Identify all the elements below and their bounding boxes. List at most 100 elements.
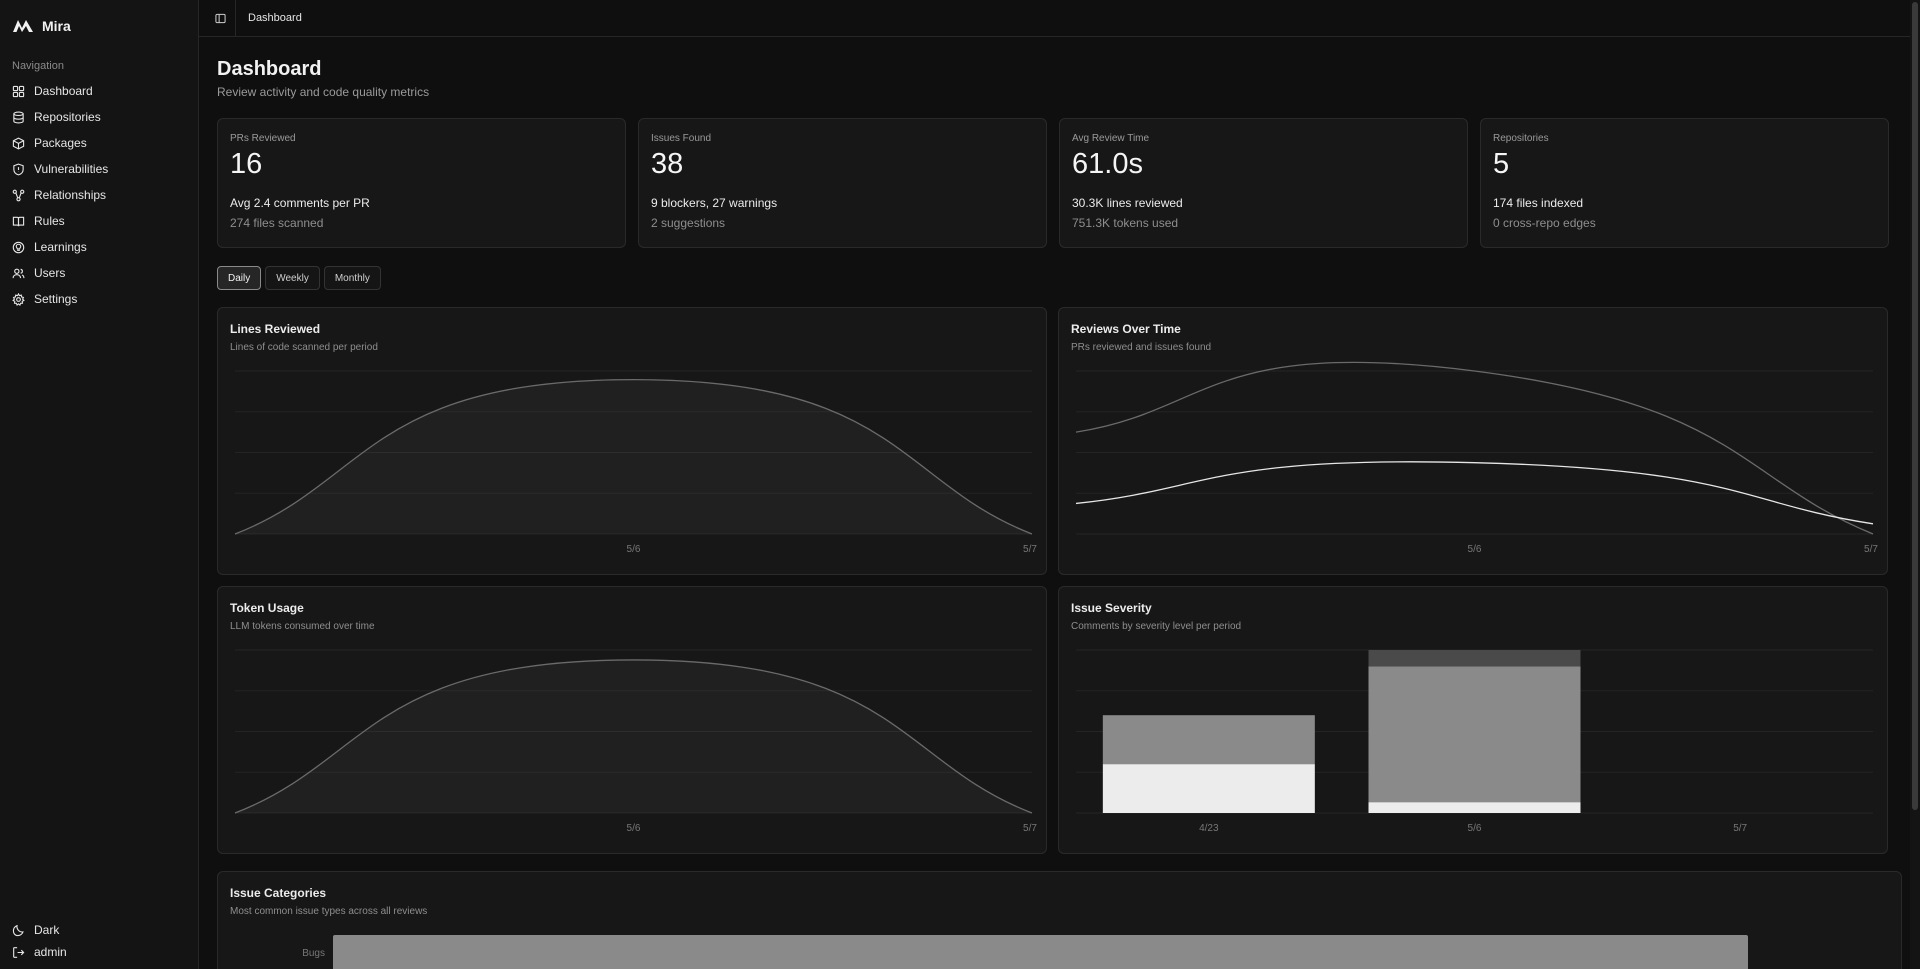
theme-toggle[interactable]: Dark [0,919,198,941]
app-name: Mira [42,18,71,34]
book-icon [12,216,25,226]
x-tick-label: 5/7 [1023,823,1037,834]
bar-segment [1368,650,1581,667]
lines-reviewed-card: 5/6 5/7 Lines Reviewed Lines of code scan… [217,307,1047,575]
stat-card-avg-review-time: Avg Review Time 61.0s 30.3K lines review… [1059,118,1468,248]
x-tick-label: 5/6 [627,823,641,834]
sidebar-item-label: Rules [34,214,65,228]
scrollbar[interactable] [1910,0,1920,969]
stat-label: Repositories [1493,133,1549,144]
stat-label: Issues Found [651,133,712,144]
sidebar-item-repositories[interactable]: Repositories [0,104,198,130]
x-tick-label: 5/6 [1468,544,1482,555]
x-tick-label: 4/23 [1199,823,1219,834]
stat-value: 5 [1493,148,1510,180]
category-bar [333,935,1748,969]
package-icon [12,136,25,150]
x-tick-label: 5/7 [1023,544,1037,555]
sidebar-item-packages[interactable]: Packages [0,130,198,156]
category-label: Bugs [302,948,325,959]
charts-grid: 5/6 5/7 Lines Reviewed Lines of code scan… [217,307,1902,854]
stat-subdetail: 0 cross-repo edges [1493,216,1596,230]
sidebar-item-dashboard[interactable]: Dashboard [0,78,198,104]
gear-icon [12,292,25,306]
x-tick-label: 5/7 [1733,823,1747,834]
area-fill [235,659,1032,813]
theme-label: Dark [34,923,60,937]
lines-reviewed-chart: 5/6 5/7 [234,370,1037,555]
bar-segment [1102,764,1315,813]
x-tick-label: 5/6 [1468,823,1482,834]
main-area: Dashboard Dashboard Review activity and … [199,0,1920,969]
nav-heading: Navigation [12,60,64,72]
stat-label: PRs Reviewed [230,133,296,144]
period-monthly-button[interactable]: Monthly [323,266,381,290]
series-line [1075,361,1874,535]
mira-logo-icon [13,20,33,32]
x-tick-label: 5/6 [627,544,641,555]
stat-subdetail: 2 suggestions [651,216,726,230]
period-toggle: Daily Weekly Monthly [217,266,1902,290]
stat-value: 16 [230,148,263,180]
page-subtitle: Review activity and code quality metrics [217,85,430,99]
stats-grid: PRs Reviewed 16 Avg 2.4 comments per PR … [217,118,1902,248]
dashboard-content: Dashboard Review activity and code quali… [199,37,1920,969]
topbar-divider [235,0,236,37]
issue-categories-chart: Bugs [302,935,1748,969]
issue-severity-chart: 4/23 5/6 5/7 [1076,649,1873,834]
database-icon [13,111,24,123]
user-label: admin [34,945,67,959]
logout-icon [13,946,25,958]
sidebar-item-label: Dashboard [34,84,93,98]
x-tick-label: 5/7 [1864,544,1878,555]
sidebar-item-label: Packages [34,136,87,150]
scrollbar-thumb[interactable] [1912,2,1918,810]
stat-detail: 30.3K lines reviewed [1072,196,1183,210]
period-weekly-button[interactable]: Weekly [265,266,320,290]
brand[interactable]: Mira [0,0,198,50]
token-usage-chart: 5/6 5/7 [234,649,1037,834]
sidebar-item-label: Vulnerabilities [34,162,109,176]
sidebar-item-settings[interactable]: Settings [0,286,198,312]
sidebar-item-relationships[interactable]: Relationships [0,182,198,208]
stat-card-issues-found: Issues Found 38 9 blockers, 27 warnings … [638,118,1047,248]
stat-detail: Avg 2.4 comments per PR [230,196,370,210]
lightbulb-icon [12,241,25,253]
sidebar-item-users[interactable]: Users [0,260,198,286]
sidebar: Mira Navigation Dashboard Repositories P… [0,0,199,969]
stat-detail: 174 files indexed [1493,196,1584,210]
token-usage-card: 5/6 5/7 Token Usage LLM tokens consumed o… [217,586,1047,854]
sidebar-nav: Dashboard Repositories Packages Vulnerab… [0,78,198,312]
sidebar-toggle-button[interactable] [211,9,229,27]
page-title: Dashboard [217,58,322,80]
sidebar-item-label: Users [34,266,66,280]
issue-severity-card: 4/23 5/6 5/7 Issue Severity Comments by se… [1058,586,1888,854]
app-root: Mira Navigation Dashboard Repositories P… [0,0,1920,969]
sidebar-item-vulnerabilities[interactable]: Vulnerabilities [0,156,198,182]
bar-segment [1368,802,1581,813]
sidebar-item-label: Repositories [34,110,101,124]
bar-segment [1102,715,1315,765]
stat-value: 61.0s [1072,148,1143,180]
graph-icon [12,189,25,201]
bar-segment [1368,666,1581,803]
topbar: Dashboard [199,0,1920,37]
moon-icon [12,924,24,936]
reviews-over-time-chart: 5/6 5/7 [1075,361,1878,555]
users-icon [12,268,25,278]
issue-categories-card: Bugs Issue Categories Most common issue … [217,871,1902,969]
stat-subdetail: 274 files scanned [230,216,324,230]
period-daily-button[interactable]: Daily [217,266,262,290]
stat-card-prs-reviewed: PRs Reviewed 16 Avg 2.4 comments per PR … [217,118,626,248]
sidebar-item-rules[interactable]: Rules [0,208,198,234]
stat-label: Avg Review Time [1072,133,1150,144]
stat-detail: 9 blockers, 27 warnings [651,196,778,210]
sidebar-item-label: Learnings [34,240,87,254]
reviews-over-time-card: 5/6 5/7 Reviews Over Time PRs reviewed an… [1058,307,1888,575]
stat-value: 38 [651,148,684,180]
stat-card-repositories: Repositories 5 174 files indexed 0 cross… [1480,118,1889,248]
breadcrumb[interactable]: Dashboard [248,12,302,24]
sidebar-item-learnings[interactable]: Learnings [0,234,198,260]
sidebar-item-label: Settings [34,292,78,306]
logout-button[interactable]: admin [0,941,198,963]
